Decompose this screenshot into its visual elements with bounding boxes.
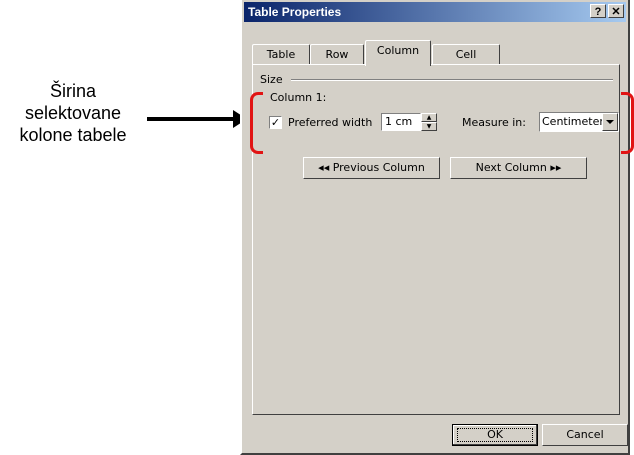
measure-in-label: Measure in: bbox=[462, 116, 526, 129]
tab-row[interactable]: Row bbox=[310, 44, 364, 65]
annotation-line: selektovane bbox=[24, 103, 122, 123]
dialog-title: Table Properties bbox=[248, 5, 342, 19]
cancel-button[interactable]: Cancel bbox=[542, 424, 628, 446]
tab-column[interactable]: Column bbox=[365, 40, 431, 66]
measure-in-value: Centimeters bbox=[542, 115, 610, 128]
width-input[interactable]: 1 cm bbox=[381, 113, 421, 131]
preferred-width-checkbox[interactable]: ✓ bbox=[269, 116, 282, 129]
width-spinner[interactable]: ▲ ▼ bbox=[421, 113, 437, 131]
size-section-label: Size bbox=[260, 73, 283, 86]
column-number-label: Column 1: bbox=[270, 91, 327, 104]
previous-column-button[interactable]: ◂◂ Previous Column bbox=[303, 157, 440, 179]
highlight-bracket-right bbox=[621, 92, 634, 154]
preferred-width-label[interactable]: Preferred width bbox=[288, 116, 372, 129]
highlight-bracket-left bbox=[250, 92, 263, 154]
focus-rectangle bbox=[457, 428, 533, 442]
annotation-arrow bbox=[147, 117, 235, 121]
spin-down-icon[interactable]: ▼ bbox=[421, 122, 437, 131]
help-button[interactable]: ? bbox=[590, 4, 606, 18]
close-button[interactable]: ✕ bbox=[608, 4, 624, 18]
next-column-button[interactable]: Next Column ▸▸ bbox=[450, 157, 587, 179]
column-tab-panel: Size Column 1: ✓ Preferred width 1 cm ▲ … bbox=[252, 64, 620, 415]
annotation-text: Širina selektovane kolone tabele bbox=[0, 80, 146, 146]
tab-table[interactable]: Table bbox=[252, 44, 310, 65]
chevron-down-icon[interactable] bbox=[602, 113, 618, 131]
section-divider bbox=[291, 79, 613, 81]
spin-up-icon[interactable]: ▲ bbox=[421, 113, 437, 122]
tab-cell[interactable]: Cell bbox=[432, 44, 500, 65]
table-properties-dialog: Table Properties ? ✕ Table Row Column Ce… bbox=[240, 0, 630, 455]
ok-button[interactable]: OK bbox=[452, 424, 538, 446]
measure-in-select[interactable]: Centimeters bbox=[539, 112, 619, 132]
annotation-line: kolone tabele bbox=[19, 125, 127, 145]
title-bar[interactable]: Table Properties ? ✕ bbox=[244, 2, 626, 22]
annotation-line: Širina bbox=[49, 81, 97, 101]
